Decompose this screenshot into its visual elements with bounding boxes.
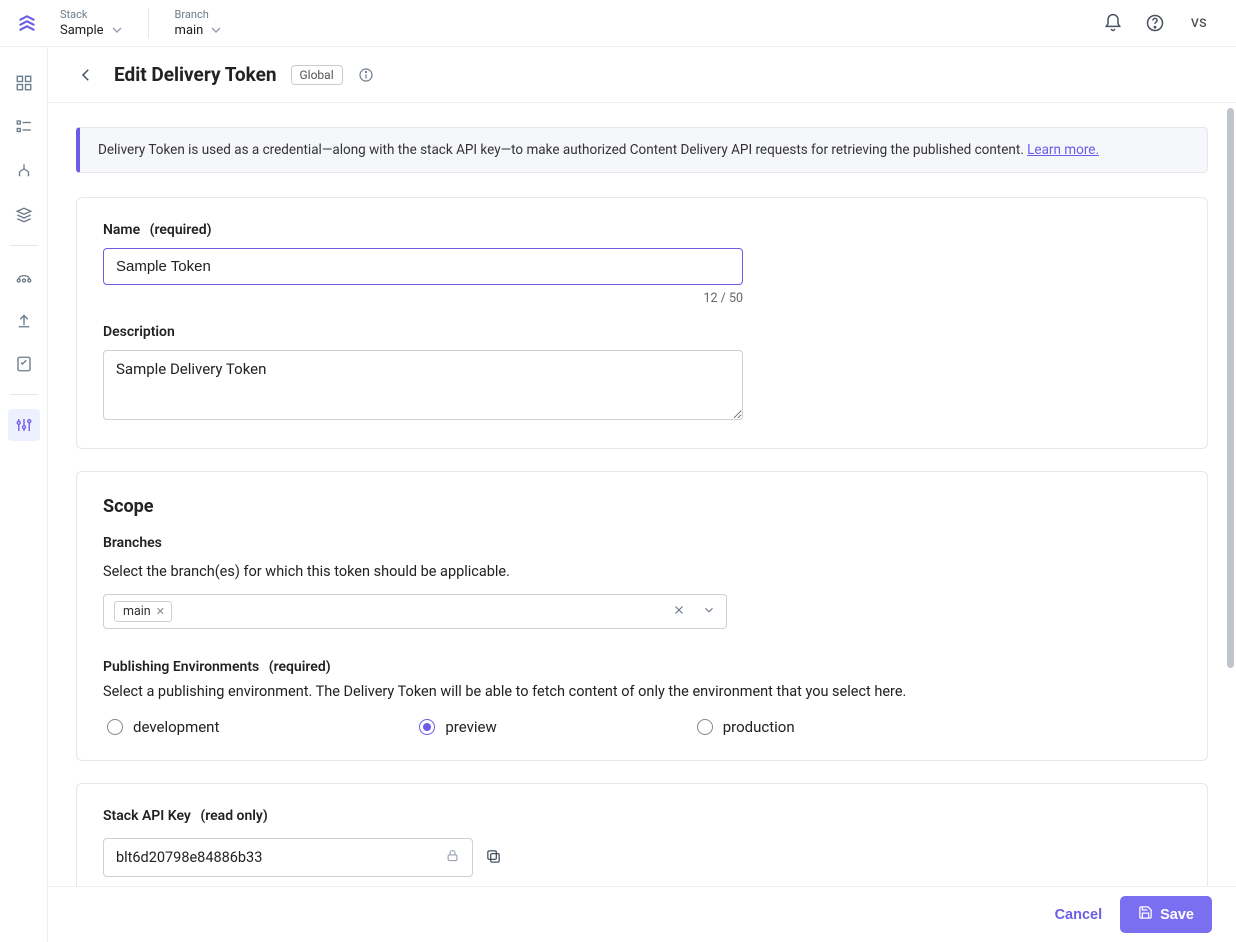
branch-selector[interactable]: Branch main — [175, 8, 222, 39]
save-icon — [1138, 905, 1153, 924]
copy-button[interactable] — [485, 848, 505, 868]
cancel-button[interactable]: Cancel — [1055, 907, 1103, 923]
clear-icon[interactable] — [672, 603, 686, 621]
info-icon[interactable] — [357, 66, 375, 84]
sidebar-divider — [10, 245, 38, 246]
page-title: Edit Delivery Token — [114, 63, 277, 86]
sidebar-item-settings[interactable] — [8, 409, 40, 441]
stack-value: Sample — [60, 23, 104, 38]
name-hint: (required) — [150, 222, 212, 238]
api-key-value: blt6d20798e84886b33 — [116, 849, 262, 866]
scope-card: Scope Branches Select the branch(es) for… — [76, 471, 1208, 761]
env-radio-production[interactable]: production — [697, 718, 795, 736]
name-label: Name — [103, 222, 140, 238]
info-banner: Delivery Token is used as a credential—a… — [76, 127, 1208, 173]
stack-selector[interactable]: Stack Sample — [60, 8, 122, 39]
footer-bar: Cancel Save — [48, 886, 1236, 942]
env-radio-development[interactable]: development — [107, 718, 219, 736]
env-hint: (required) — [269, 659, 331, 675]
branch-chip: main ✕ — [114, 601, 172, 622]
name-desc-card: Name (required) 12 / 50 Description — [76, 197, 1208, 449]
description-label: Description — [103, 324, 175, 340]
sidebar-divider — [10, 394, 38, 395]
sidebar-item-dashboard[interactable] — [8, 67, 40, 99]
sidebar-item-entries[interactable] — [8, 111, 40, 143]
bell-icon[interactable] — [1102, 12, 1124, 34]
scope-title: Scope — [103, 496, 1181, 517]
global-badge: Global — [291, 65, 343, 85]
topbar-right: VS — [1102, 10, 1220, 36]
sidebar-item-assets[interactable] — [8, 199, 40, 231]
name-input[interactable] — [103, 248, 743, 285]
branches-multiselect[interactable]: main ✕ — [103, 594, 727, 629]
sidebar-item-content-models[interactable] — [8, 155, 40, 187]
stack-label: Stack — [60, 8, 122, 21]
back-button[interactable] — [72, 61, 100, 89]
env-radio-group: development preview production — [103, 718, 1181, 736]
app-logo-icon[interactable] — [16, 12, 38, 34]
api-key-card: Stack API Key (read only) blt6d20798e848… — [76, 783, 1208, 886]
api-key-field: blt6d20798e84886b33 — [103, 838, 473, 877]
radio-label: preview — [445, 718, 496, 736]
radio-icon — [107, 719, 123, 735]
branch-value: main — [175, 23, 204, 38]
save-label: Save — [1160, 907, 1194, 923]
env-help: Select a publishing environment. The Del… — [103, 683, 1181, 700]
branch-chip-label: main — [123, 604, 151, 619]
main-content[interactable]: Delivery Token is used as a credential—a… — [48, 103, 1236, 886]
top-bar: Stack Sample Branch main VS — [0, 0, 1236, 47]
scrollbar-thumb[interactable] — [1227, 108, 1234, 668]
topbar-left: Stack Sample Branch main — [16, 8, 221, 39]
sidebar-item-releases[interactable] — [8, 304, 40, 336]
env-label: Publishing Environments — [103, 659, 259, 675]
separator — [148, 8, 149, 38]
sidebar-item-tasks[interactable] — [8, 348, 40, 380]
lock-icon — [445, 848, 460, 867]
user-avatar[interactable]: VS — [1186, 10, 1212, 36]
save-button[interactable]: Save — [1120, 896, 1212, 933]
branches-help: Select the branch(es) for which this tok… — [103, 563, 1181, 580]
help-icon[interactable] — [1144, 12, 1166, 34]
chevron-down-icon — [211, 23, 221, 39]
api-key-hint: (read only) — [200, 808, 267, 824]
env-radio-preview[interactable]: preview — [419, 718, 496, 736]
name-counter: 12 / 50 — [103, 291, 743, 306]
page-header: Edit Delivery Token Global — [48, 47, 1236, 103]
description-input[interactable] — [103, 350, 743, 420]
radio-label: development — [133, 718, 219, 736]
chevron-down-icon — [112, 23, 122, 39]
left-sidebar — [0, 47, 48, 942]
learn-more-link[interactable]: Learn more. — [1027, 142, 1099, 158]
info-banner-text: Delivery Token is used as a credential—a… — [98, 142, 1027, 158]
sidebar-item-publish[interactable] — [8, 260, 40, 292]
radio-icon — [697, 719, 713, 735]
branch-label: Branch — [175, 8, 222, 21]
branches-label: Branches — [103, 535, 1181, 551]
remove-chip-icon[interactable]: ✕ — [156, 605, 165, 618]
api-key-label: Stack API Key — [103, 808, 191, 824]
chevron-down-icon[interactable] — [702, 603, 716, 621]
radio-label: production — [723, 718, 795, 736]
radio-icon — [419, 719, 435, 735]
